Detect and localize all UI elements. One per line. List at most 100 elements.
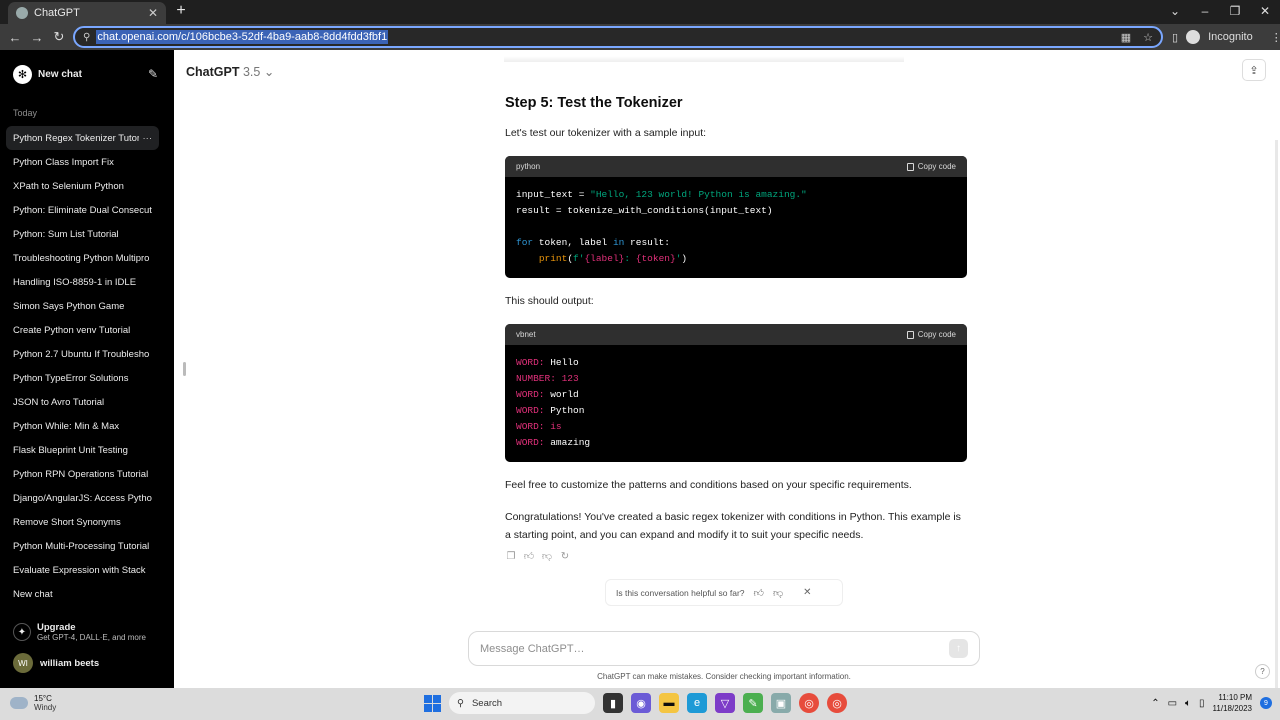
sparkle-icon: ✦ [13,623,31,641]
new-tab-button[interactable]: + [172,2,190,20]
browser-tab-bar: ChatGPT ✕ + ⌄ – ❐ ✕ [0,0,1280,24]
conversation-item[interactable]: Django/AngularJS: Access Pytho [6,486,159,510]
sidebar: ✻ New chat ✎ Today Python Regex Tokenize… [0,50,174,688]
conversation-item[interactable]: Python 2.7 Ubuntu If Troublesho [6,342,159,366]
regenerate-icon[interactable]: ↻ [559,548,571,566]
feedback-prompt: Is this conversation helpful so far? 👍︎ … [605,579,843,606]
clipboard-icon [906,330,914,339]
site-info-icon[interactable]: ⚲ [83,32,90,43]
openai-logo-icon: ✻ [13,64,32,84]
code-header: vbnet Copy code [505,324,967,345]
window-controls: ⌄ – ❐ ✕ [1160,0,1280,24]
help-button[interactable]: ? [1255,664,1270,679]
message-input[interactable] [480,642,949,655]
share-icon: ⇪ [1249,64,1259,77]
vpn-app-icon[interactable]: ▽ [715,693,735,713]
copy-code-button[interactable]: Copy code [906,326,956,344]
qr-code-icon[interactable]: ▦ [1121,31,1131,44]
windows-start-icon[interactable] [424,694,441,712]
incognito-icon [1186,30,1201,44]
copy-code-button[interactable]: Copy code [906,158,956,176]
conversation-item[interactable]: New chat [6,582,159,606]
chrome-incognito-icon[interactable]: ◎ [827,693,847,713]
conversation-item[interactable]: Handling ISO-8859-1 in IDLE [6,270,159,294]
close-tab-icon[interactable]: ✕ [148,6,158,20]
user-menu[interactable]: WI william beets [13,653,99,673]
url-text[interactable]: chat.openai.com/c/106bcbe3-52df-4ba9-aab… [96,30,389,44]
share-button[interactable]: ⇪ [1242,59,1266,81]
volume-icon[interactable]: 🔈︎ [1185,698,1191,709]
thumbs-up-icon[interactable]: 👍︎ [754,587,764,599]
conversation-item[interactable]: Troubleshooting Python Multipro [6,246,159,270]
conversation-item[interactable]: Flask Blueprint Unit Testing [6,438,159,462]
system-clock[interactable]: 11:10 PM 11/18/2023 [1213,692,1252,714]
conversation-item[interactable]: Python TypeError Solutions [6,366,159,390]
conversation-item[interactable]: Python Class Import Fix [6,150,159,174]
conversation-item-active[interactable]: Python Regex Tokenizer Tutor ··· [6,126,159,150]
close-icon[interactable]: ✕ [803,587,811,598]
thumbs-up-icon[interactable]: 👍︎ [523,548,535,566]
scrollbar[interactable] [1275,140,1278,690]
address-bar[interactable]: ⚲ chat.openai.com/c/106bcbe3-52df-4ba9-a… [73,26,1163,48]
restore-icon[interactable]: ❐ [1220,0,1250,24]
file-explorer-icon[interactable]: ▬ [659,693,679,713]
send-button[interactable]: ↑ [949,639,968,658]
back-icon[interactable]: ← [4,30,26,45]
tab-title: ChatGPT [34,7,80,19]
weather-widget[interactable]: 15°C Windy [10,694,56,712]
chrome-icon[interactable]: ◎ [799,693,819,713]
thumbs-down-icon[interactable]: 👎︎ [541,548,553,566]
message-actions: ❐ 👍︎ 👎︎ ↻ [505,548,571,566]
system-tray: ⌃ ▭ 🔈︎ ▯ 11:10 PM 11/18/2023 9 [1151,692,1272,714]
upgrade-subtitle: Get GPT-4, DALL·E, and more [37,633,146,642]
more-options-icon[interactable]: ··· [143,133,153,144]
close-window-icon[interactable]: ✕ [1250,0,1280,24]
compose-icon[interactable]: ✎ [148,67,158,81]
code-content: WORD: Hello NUMBER: 123 WORD: world WORD… [516,357,591,448]
side-panel-icon[interactable]: ▯ [1172,31,1178,44]
conversation-item[interactable]: Python Multi-Processing Tutorial [6,534,159,558]
browser-menu-icon[interactable]: ⋮ [1271,31,1280,44]
reload-icon[interactable]: ↻ [48,29,70,45]
upgrade-title: Upgrade [37,622,76,633]
conversation-item[interactable]: Python While: Min & Max [6,414,159,438]
conversation-item[interactable]: Evaluate Expression with Stack [6,558,159,582]
forward-icon[interactable]: → [26,30,48,45]
sidebar-collapse-handle[interactable] [183,362,186,376]
upgrade-button[interactable]: ✦ Upgrade Get GPT-4, DALL·E, and more [13,622,146,642]
chat-app-icon[interactable]: ◉ [631,693,651,713]
model-selector[interactable]: ChatGPT 3.5 ⌄ [186,64,274,79]
bookmark-star-icon[interactable]: ☆ [1143,31,1153,44]
thumbs-down-icon[interactable]: 👎︎ [773,587,783,599]
scrolled-text-fade [504,56,904,62]
chevron-up-icon[interactable]: ⌃ [1151,698,1159,709]
windows-taskbar: 15°C Windy ⚲ Search ▮ ◉ ▬ e ▽ ✎ ▣ ◎ ◎ ⌃ … [0,688,1280,720]
task-view-icon[interactable]: ▮ [603,693,623,713]
weather-temp: 15°C [34,694,52,703]
notepad-app-icon[interactable]: ✎ [743,693,763,713]
image-app-icon[interactable]: ▣ [771,693,791,713]
outro-text-2: Congratulations! You've created a basic … [505,511,961,541]
edge-browser-icon[interactable]: e [687,693,707,713]
network-icon[interactable]: ▭ [1168,698,1177,709]
tab-search-icon[interactable]: ⌄ [1160,0,1190,24]
conversation-item[interactable]: Create Python venv Tutorial [6,318,159,342]
browser-toolbar: ← → ↻ ⚲ chat.openai.com/c/106bcbe3-52df-… [0,24,1280,50]
code-header: python Copy code [505,156,967,177]
conversation-item[interactable]: Python: Sum List Tutorial [6,222,159,246]
notification-badge[interactable]: 9 [1260,697,1272,709]
code-block-python: python Copy code input_text = "Hello, 12… [505,156,967,278]
new-chat-button[interactable]: ✻ New chat ✎ [8,62,158,86]
minimize-icon[interactable]: – [1190,0,1220,24]
incognito-label[interactable]: Incognito [1208,31,1253,43]
conversation-item[interactable]: Python: Eliminate Dual Consecuti [6,198,159,222]
conversation-item[interactable]: Simon Says Python Game [6,294,159,318]
browser-tab[interactable]: ChatGPT ✕ [8,2,166,24]
conversation-item[interactable]: Remove Short Synonyms [6,510,159,534]
conversation-item[interactable]: XPath to Selenium Python [6,174,159,198]
conversation-item[interactable]: JSON to Avro Tutorial [6,390,159,414]
conversation-item[interactable]: Python RPN Operations Tutorial [6,462,159,486]
copy-icon[interactable]: ❐ [505,548,517,566]
battery-icon[interactable]: ▯ [1199,698,1205,709]
taskbar-search[interactable]: ⚲ Search [449,692,595,714]
